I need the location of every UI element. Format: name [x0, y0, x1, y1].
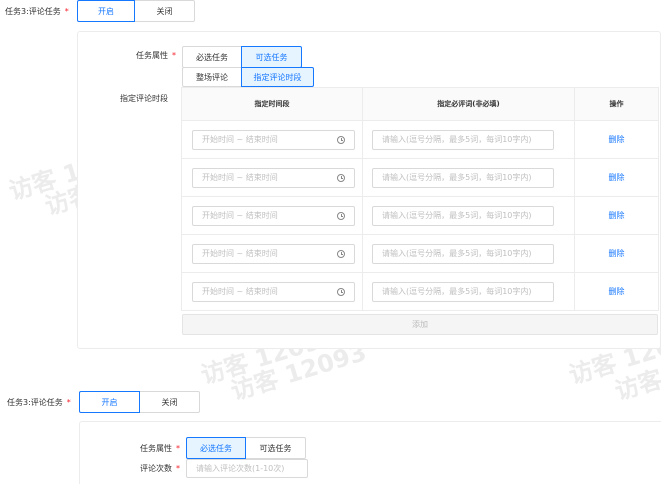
- attr-optional-button[interactable]: 可选任务: [245, 437, 306, 459]
- attr-required-button[interactable]: 必选任务: [182, 46, 242, 68]
- words-input[interactable]: 请输入(逗号分隔，最多5词，每词10字内): [372, 205, 554, 226]
- time-cell: 开始时间 ~ 结束时间: [181, 196, 363, 235]
- time-range-picker[interactable]: 开始时间 ~ 结束时间: [192, 167, 355, 188]
- words-cell: 请输入(逗号分隔，最多5词，每词10字内): [362, 120, 575, 159]
- task-attr-label: 任务属性 *: [136, 50, 176, 61]
- action-cell: 删除: [574, 120, 659, 159]
- time-range-picker[interactable]: 开始时间 ~ 结束时间: [192, 281, 355, 302]
- toggle-off-button[interactable]: 关闭: [134, 0, 195, 22]
- toggle-off-button[interactable]: 关闭: [139, 391, 200, 413]
- comment-count-label-text: 评论次数: [140, 464, 172, 473]
- clock-icon: [337, 135, 345, 144]
- mode-period-button[interactable]: 指定评论时段: [241, 67, 314, 87]
- table-row: 开始时间 ~ 结束时间 请输入(逗号分隔，最多5词，每词10字内) 删除: [181, 272, 659, 311]
- comment-count-input[interactable]: 请输入评论次数(1-10次): [186, 459, 308, 478]
- start-time-placeholder: 开始时间 ~ 结束时间: [202, 211, 278, 220]
- time-cell: 开始时间 ~ 结束时间: [181, 120, 363, 159]
- time-range-picker[interactable]: 开始时间 ~ 结束时间: [192, 243, 355, 264]
- delete-link[interactable]: 删除: [575, 286, 658, 297]
- words-input[interactable]: 请输入(逗号分隔，最多5词，每词10字内): [372, 281, 554, 302]
- attr-optional-button[interactable]: 可选任务: [241, 46, 302, 68]
- required-mark: *: [176, 464, 180, 473]
- column-header-words: 指定必评词(非必填): [362, 87, 575, 121]
- task-label-text: 任务3:评论任务: [5, 7, 61, 16]
- add-row-button[interactable]: 添加: [182, 314, 658, 335]
- required-mark: *: [66, 398, 71, 407]
- start-time-placeholder: 开始时间 ~ 结束时间: [202, 173, 278, 182]
- time-cell: 开始时间 ~ 结束时间: [181, 234, 363, 273]
- time-range-picker[interactable]: 开始时间 ~ 结束时间: [192, 205, 355, 226]
- required-mark: *: [64, 7, 69, 16]
- task-label-text: 任务3:评论任务: [7, 398, 63, 407]
- clock-icon: [337, 287, 345, 296]
- period-label: 指定评论时段: [120, 94, 168, 103]
- table-row: 开始时间 ~ 结束时间 请输入(逗号分隔，最多5词，每词10字内) 删除: [181, 158, 659, 197]
- time-cell: 开始时间 ~ 结束时间: [181, 272, 363, 311]
- attr-required-button[interactable]: 必选任务: [186, 437, 246, 459]
- required-mark: *: [172, 51, 176, 60]
- words-input[interactable]: 请输入(逗号分隔，最多5词，每词10字内): [372, 129, 554, 150]
- start-time-placeholder: 开始时间 ~ 结束时间: [202, 135, 278, 144]
- toggle-on-button[interactable]: 开启: [77, 0, 135, 22]
- period-table: 指定时间段 指定必评词(非必填) 操作 开始时间 ~ 结束时间 请输入(逗号分隔…: [181, 87, 659, 311]
- task-config-panel: 任务属性 * 必选任务 可选任务 整场评论 指定评论时段 指定评论时段 指定时间段…: [77, 31, 661, 349]
- toggle-on-button[interactable]: 开启: [79, 391, 140, 413]
- start-time-placeholder: 开始时间 ~ 结束时间: [202, 249, 278, 258]
- task-label: 任务3:评论任务 *: [5, 6, 69, 17]
- action-cell: 删除: [574, 272, 659, 311]
- words-cell: 请输入(逗号分隔，最多5词，每词10字内): [362, 158, 575, 197]
- words-input[interactable]: 请输入(逗号分隔，最多5词，每词10字内): [372, 167, 554, 188]
- table-row: 开始时间 ~ 结束时间 请输入(逗号分隔，最多5词，每词10字内) 删除: [181, 196, 659, 235]
- table-row: 开始时间 ~ 结束时间 请输入(逗号分隔，最多5词，每词10字内) 删除: [181, 120, 659, 159]
- action-cell: 删除: [574, 196, 659, 235]
- column-header-action: 操作: [574, 87, 659, 121]
- task-attr-label: 任务属性 *: [140, 443, 180, 454]
- task-attr-label-text: 任务属性: [140, 444, 172, 453]
- clock-icon: [337, 211, 345, 220]
- action-cell: 删除: [574, 158, 659, 197]
- task-attr-label-text: 任务属性: [136, 51, 168, 60]
- words-cell: 请输入(逗号分隔，最多5词，每词10字内): [362, 196, 575, 235]
- task-label: 任务3:评论任务 *: [7, 397, 71, 408]
- table-row: 开始时间 ~ 结束时间 请输入(逗号分隔，最多5词，每词10字内) 删除: [181, 234, 659, 273]
- words-cell: 请输入(逗号分隔，最多5词，每词10字内): [362, 272, 575, 311]
- time-cell: 开始时间 ~ 结束时间: [181, 158, 363, 197]
- delete-link[interactable]: 删除: [575, 248, 658, 259]
- clock-icon: [337, 173, 345, 182]
- column-header-time: 指定时间段: [181, 87, 363, 121]
- words-input[interactable]: 请输入(逗号分隔，最多5词，每词10字内): [372, 243, 554, 264]
- required-mark: *: [176, 444, 180, 453]
- time-range-picker[interactable]: 开始时间 ~ 结束时间: [192, 129, 355, 150]
- action-cell: 删除: [574, 234, 659, 273]
- start-time-placeholder: 开始时间 ~ 结束时间: [202, 287, 278, 296]
- clock-icon: [337, 249, 345, 258]
- delete-link[interactable]: 删除: [575, 210, 658, 221]
- words-cell: 请输入(逗号分隔，最多5词，每词10字内): [362, 234, 575, 273]
- mode-whole-button[interactable]: 整场评论: [182, 67, 242, 87]
- table-header-row: 指定时间段 指定必评词(非必填) 操作: [181, 87, 659, 121]
- delete-link[interactable]: 删除: [575, 134, 658, 145]
- comment-count-label: 评论次数 *: [140, 463, 180, 474]
- delete-link[interactable]: 删除: [575, 172, 658, 183]
- task-config-panel: 任务属性 * 必选任务 可选任务 评论次数 * 请输入评论次数(1-10次): [79, 421, 661, 484]
